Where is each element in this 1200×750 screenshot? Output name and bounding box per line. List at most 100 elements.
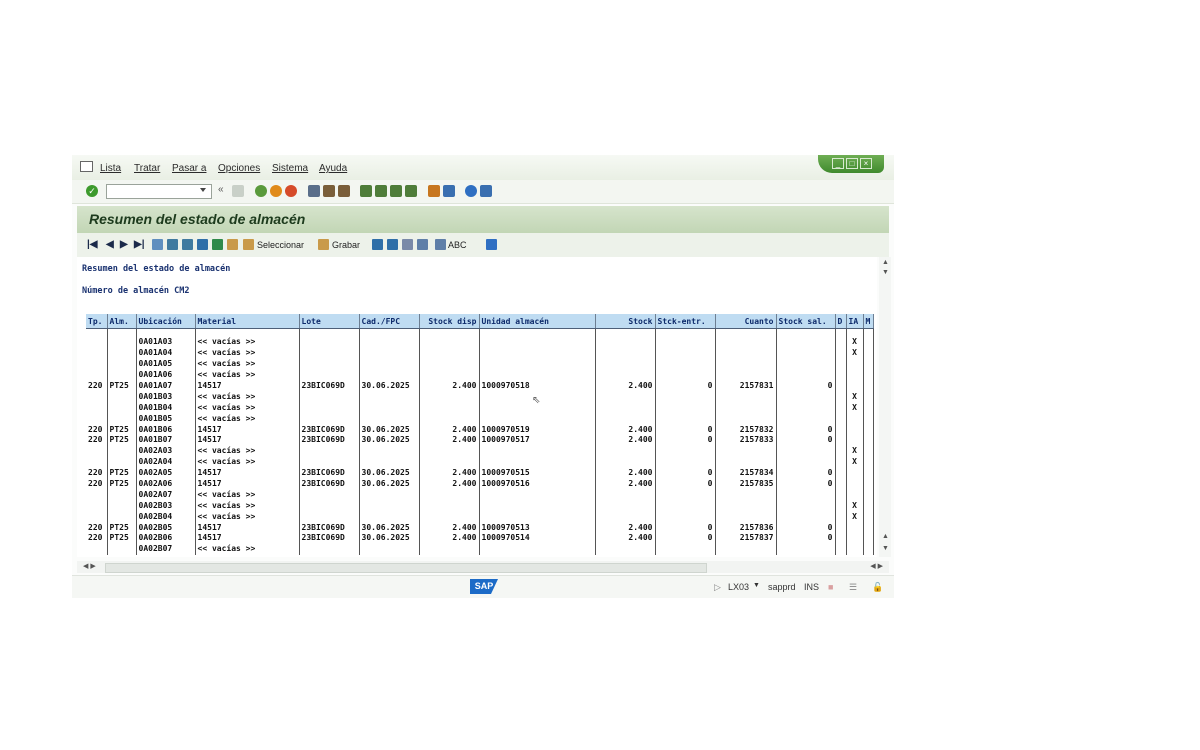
table-cell[interactable]: 30.06.2025 xyxy=(359,435,420,446)
table-cell[interactable]: 0A02B03 xyxy=(136,500,196,512)
table-cell[interactable]: PT25 xyxy=(107,533,137,544)
sum-icon[interactable] xyxy=(212,239,223,250)
new-session-icon[interactable] xyxy=(428,185,440,197)
table-cell[interactable] xyxy=(863,435,874,446)
table-cell[interactable] xyxy=(655,391,716,403)
table-cell[interactable] xyxy=(835,456,847,468)
table-cell[interactable] xyxy=(359,543,420,555)
table-cell[interactable] xyxy=(595,391,656,403)
table-cell[interactable] xyxy=(359,413,420,425)
save-icon[interactable] xyxy=(232,185,244,197)
table-cell[interactable]: << vacías >> xyxy=(195,456,300,468)
table-row[interactable]: 0A02A07 << vacías >> xyxy=(86,489,874,501)
table-cell[interactable] xyxy=(715,391,777,403)
sort-descending-icon[interactable] xyxy=(182,239,193,250)
table-cell[interactable] xyxy=(479,489,596,501)
next-page-icon[interactable] xyxy=(390,185,402,197)
table-cell[interactable] xyxy=(359,445,420,457)
table-cell[interactable] xyxy=(835,380,847,392)
table-cell[interactable] xyxy=(715,456,777,468)
table-cell[interactable]: X xyxy=(846,347,864,359)
table-cell[interactable] xyxy=(776,337,836,348)
table-cell[interactable] xyxy=(835,467,847,479)
menu-lista[interactable]: Lista xyxy=(100,163,121,174)
grabar-icon[interactable] xyxy=(318,239,329,250)
table-cell[interactable]: 2.400 xyxy=(595,380,656,392)
table-cell[interactable] xyxy=(86,500,108,512)
table-row[interactable]: 0A01A06 << vacías >> xyxy=(86,369,874,381)
col-cuanto[interactable]: Cuanto xyxy=(715,314,777,329)
table-cell[interactable] xyxy=(835,522,847,534)
table-cell[interactable] xyxy=(359,358,420,370)
seleccionar-button[interactable]: Seleccionar xyxy=(257,240,304,250)
table-cell[interactable]: 220 xyxy=(86,478,108,490)
minimize-icon[interactable]: _ xyxy=(832,158,844,169)
table-cell[interactable]: X xyxy=(846,511,864,523)
help-icon[interactable] xyxy=(465,185,477,197)
table-cell[interactable]: 0 xyxy=(776,533,836,544)
table-cell[interactable] xyxy=(846,380,864,392)
table-cell[interactable] xyxy=(655,413,716,425)
table-cell[interactable]: 14517 xyxy=(195,380,300,392)
table-cell[interactable] xyxy=(715,543,777,555)
table-cell[interactable] xyxy=(479,500,596,512)
table-cell[interactable]: 0 xyxy=(655,522,716,534)
table-cell[interactable]: 2157835 xyxy=(715,478,777,490)
table-cell[interactable]: 0 xyxy=(776,435,836,446)
table-cell[interactable] xyxy=(835,489,847,501)
status-mode[interactable]: INS xyxy=(804,582,819,592)
table-cell[interactable]: 2.400 xyxy=(419,533,480,544)
table-row[interactable]: 220 PT25 0A02A05 14517 23BIC069D 30.06.2025 2.… xyxy=(86,467,874,479)
table-cell[interactable]: << vacías >> xyxy=(195,543,300,555)
subtotal-icon[interactable] xyxy=(227,239,238,250)
table-cell[interactable] xyxy=(419,402,480,414)
table-cell[interactable]: PT25 xyxy=(107,467,137,479)
table-cell[interactable]: 2.400 xyxy=(419,478,480,490)
table-cell[interactable] xyxy=(107,358,137,370)
table-cell[interactable] xyxy=(419,543,480,555)
abc-analysis-icon[interactable] xyxy=(435,239,446,250)
table-cell[interactable] xyxy=(776,402,836,414)
table-cell[interactable] xyxy=(655,347,716,359)
table-row[interactable]: 0A01B05 << vacías >> xyxy=(86,413,874,425)
table-cell[interactable] xyxy=(107,500,137,512)
table-cell[interactable] xyxy=(419,500,480,512)
table-cell[interactable]: 2.400 xyxy=(595,424,656,436)
table-cell[interactable] xyxy=(835,358,847,370)
sort-ascending-icon[interactable] xyxy=(167,239,178,250)
table-cell[interactable] xyxy=(776,456,836,468)
table-cell[interactable] xyxy=(846,424,864,436)
table-cell[interactable]: 2157831 xyxy=(715,380,777,392)
table-cell[interactable] xyxy=(299,489,360,501)
details-icon[interactable] xyxy=(152,239,163,250)
table-cell[interactable]: 0 xyxy=(776,424,836,436)
export-icon[interactable] xyxy=(387,239,398,250)
table-cell[interactable] xyxy=(846,467,864,479)
table-row[interactable]: 220 PT25 0A02B06 14517 23BIC069D 30.06.2025 2.… xyxy=(86,533,874,544)
table-cell[interactable] xyxy=(419,369,480,381)
table-cell[interactable]: 30.06.2025 xyxy=(359,424,420,436)
table-cell[interactable] xyxy=(863,347,874,359)
table-cell[interactable] xyxy=(715,358,777,370)
table-cell[interactable]: 0 xyxy=(776,478,836,490)
table-cell[interactable] xyxy=(359,347,420,359)
table-cell[interactable] xyxy=(359,369,420,381)
table-cell[interactable] xyxy=(299,347,360,359)
scroll-down-icon[interactable]: ▼ xyxy=(882,545,889,552)
table-cell[interactable] xyxy=(776,369,836,381)
table-cell[interactable] xyxy=(655,337,716,348)
table-cell[interactable] xyxy=(107,413,137,425)
table-cell[interactable]: 14517 xyxy=(195,424,300,436)
table-cell[interactable]: X xyxy=(846,500,864,512)
lock-icon[interactable]: 🔓 xyxy=(872,582,883,593)
table-cell[interactable] xyxy=(359,337,420,348)
scroll-left-icon[interactable]: ◀ ▶ xyxy=(83,562,96,570)
abc-button[interactable]: ABC xyxy=(448,240,467,250)
table-cell[interactable] xyxy=(299,369,360,381)
table-cell[interactable] xyxy=(419,413,480,425)
menu-opciones[interactable]: Opciones xyxy=(218,163,260,174)
table-cell[interactable]: 14517 xyxy=(195,522,300,534)
table-cell[interactable] xyxy=(107,543,137,555)
table-cell[interactable]: 2.400 xyxy=(595,435,656,446)
table-cell[interactable]: 14517 xyxy=(195,533,300,544)
